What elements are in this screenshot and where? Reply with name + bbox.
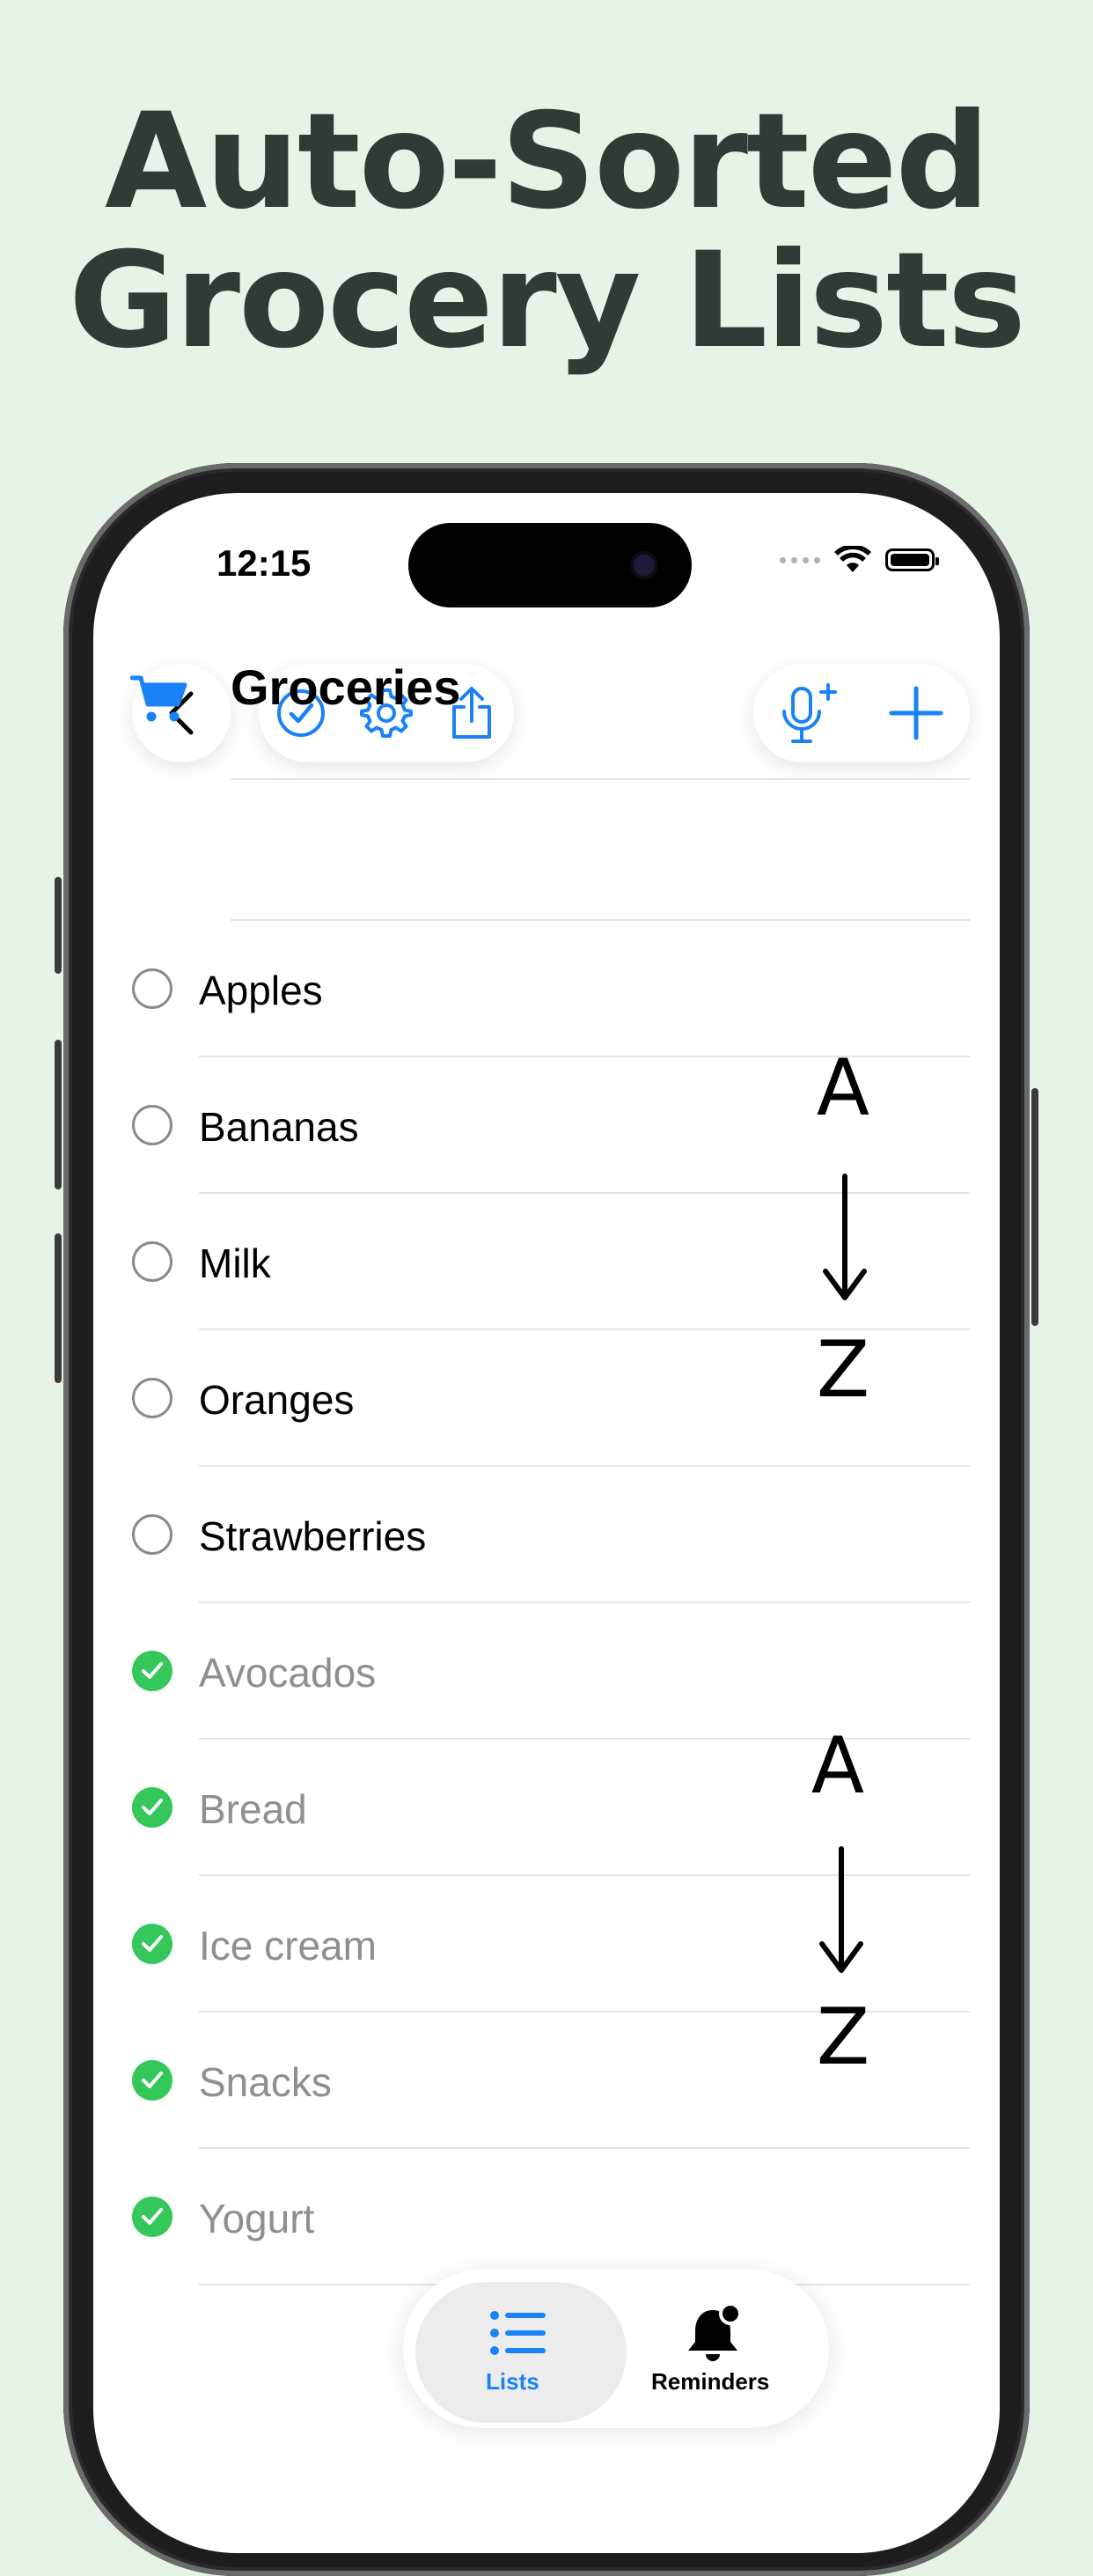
bell-badge-icon[interactable] <box>685 2301 746 2363</box>
item-label: Milk <box>199 1240 271 1286</box>
wifi-icon <box>834 546 871 572</box>
volume-up-button <box>55 1040 62 1189</box>
tab-label-lists: Lists <box>486 2368 539 2395</box>
status-time: 12:15 <box>216 542 312 584</box>
item-label: Apples <box>199 968 323 1013</box>
unchecked-circle-icon[interactable] <box>132 968 172 1009</box>
item-label: Snacks <box>199 2059 332 2105</box>
headline: Auto-Sorted Grocery Lists <box>0 92 1093 371</box>
list-title: Groceries <box>231 659 461 715</box>
headline-line-2: Grocery Lists <box>68 224 1026 378</box>
unchecked-circle-icon[interactable] <box>132 1514 172 1555</box>
add-item-button[interactable] <box>877 673 956 753</box>
signal-icon <box>780 556 820 563</box>
microphone-plus-icon <box>781 683 837 743</box>
list-item-checked[interactable]: Avocados <box>93 1603 1000 1740</box>
tab-label-reminders: Reminders <box>651 2368 770 2395</box>
item-label: Bananas <box>199 1104 359 1150</box>
item-label: Strawberries <box>199 1513 427 1559</box>
unchecked-circle-icon[interactable] <box>132 1378 172 1418</box>
list-item[interactable]: Strawberries <box>93 1467 1000 1603</box>
action-button <box>55 877 62 974</box>
list-item[interactable]: Apples <box>93 921 1000 1057</box>
dynamic-island <box>408 523 692 607</box>
battery-icon <box>885 548 939 571</box>
checked-circle-icon[interactable] <box>132 2060 172 2101</box>
sort-annotation-top-from: A <box>816 1042 870 1133</box>
list-item-checked[interactable]: Yogurt <box>93 2149 1000 2285</box>
volume-down-button <box>55 1233 62 1383</box>
plus-icon <box>889 686 943 740</box>
checked-circle-icon[interactable] <box>132 2197 172 2237</box>
checked-circle-icon[interactable] <box>132 1787 172 1828</box>
sort-annotation-bottom-from: A <box>811 1720 865 1811</box>
phone-frame: 12:15 Groceries Apples Bananas Milk Oran… <box>55 463 1038 2576</box>
item-label: Oranges <box>199 1377 355 1423</box>
divider <box>231 778 970 780</box>
item-label: Avocados <box>199 1650 377 1696</box>
item-label: Yogurt <box>199 2196 315 2241</box>
down-arrow-icon <box>823 1174 867 1300</box>
phone-screen: 12:15 Groceries Apples Bananas Milk Oran… <box>93 493 1000 2553</box>
cart-icon <box>130 675 187 722</box>
tab-bar: Lists Reminders <box>403 2270 829 2428</box>
sort-annotation-top-to: Z <box>816 1324 870 1415</box>
checked-circle-icon[interactable] <box>132 1924 172 1964</box>
item-label: Ice cream <box>199 1923 377 1969</box>
voice-add-button[interactable] <box>768 673 847 753</box>
sort-annotation-bottom-to: Z <box>816 1991 870 2082</box>
power-button <box>1031 1088 1038 1326</box>
down-arrow-icon <box>819 1846 863 1973</box>
camera-icon <box>634 555 655 576</box>
checked-circle-icon[interactable] <box>132 1651 172 1691</box>
list-icon <box>490 2311 546 2355</box>
status-icons <box>780 546 939 574</box>
headline-line-1: Auto-Sorted <box>105 85 990 239</box>
add-toolbar <box>753 664 970 762</box>
unchecked-circle-icon[interactable] <box>132 1105 172 1145</box>
item-label: Bread <box>199 1786 307 1832</box>
unchecked-circle-icon[interactable] <box>132 1241 172 1282</box>
